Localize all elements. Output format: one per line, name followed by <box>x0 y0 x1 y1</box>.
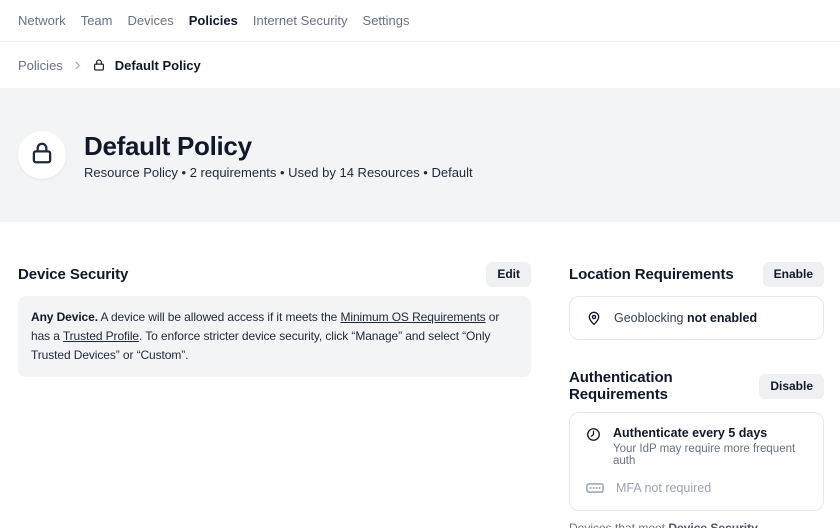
device-security-title: Device Security <box>18 266 128 283</box>
auth-frequency-row: Authenticate every 5 days Your IdP may r… <box>586 426 807 467</box>
page-subtitle: Resource Policy • 2 requirements • Used … <box>84 165 473 180</box>
mfa-status: MFA not required <box>616 481 711 495</box>
authentication-requirements-section: Authentication Requirements Disable Auth… <box>569 369 824 528</box>
nav-item-devices[interactable]: Devices <box>127 13 173 28</box>
device-security-info-box: Any Device. A device will be allowed acc… <box>18 296 531 377</box>
breadcrumb: Policies Default Policy <box>0 42 840 88</box>
lock-icon <box>29 140 55 171</box>
map-pin-icon <box>586 310 602 326</box>
info-text-1: A device will be allowed access if it me… <box>98 310 341 324</box>
nav-item-policies[interactable]: Policies <box>189 13 238 28</box>
authentication-card: Authenticate every 5 days Your IdP may r… <box>569 412 824 511</box>
nav-item-team[interactable]: Team <box>81 13 113 28</box>
breadcrumb-current: Default Policy <box>115 58 201 73</box>
device-security-mode: Any Device. <box>31 310 98 324</box>
geoblocking-card: Geoblocking not enabled <box>569 296 824 340</box>
policy-header: Default Policy Resource Policy • 2 requi… <box>0 88 840 222</box>
nav-item-settings[interactable]: Settings <box>363 13 410 28</box>
top-nav: Network Team Devices Policies Internet S… <box>0 0 840 42</box>
location-requirements-section: Location Requirements Enable Geoblocking… <box>569 262 824 340</box>
authentication-requirements-title: Authentication Requirements <box>569 369 759 403</box>
device-security-link[interactable]: Device Security <box>668 521 757 528</box>
minimum-os-requirements-link[interactable]: Minimum OS Requirements <box>341 310 486 324</box>
disable-button[interactable]: Disable <box>759 374 824 399</box>
lock-icon <box>92 58 106 72</box>
nav-item-network[interactable]: Network <box>18 13 66 28</box>
edit-button[interactable]: Edit <box>486 262 531 287</box>
main-content: Device Security Edit Any Device. A devic… <box>0 222 840 528</box>
enable-button[interactable]: Enable <box>763 262 824 287</box>
location-requirements-title: Location Requirements <box>569 266 734 283</box>
chevron-right-icon <box>72 60 83 71</box>
breadcrumb-policies-link[interactable]: Policies <box>18 58 63 73</box>
trusted-profile-link[interactable]: Trusted Profile <box>63 329 139 343</box>
nav-item-internet-security[interactable]: Internet Security <box>253 13 348 28</box>
mfa-passcode-icon <box>586 482 604 494</box>
policy-avatar <box>18 131 66 179</box>
mfa-row: MFA not required <box>586 481 807 495</box>
clock-icon <box>586 426 601 467</box>
device-security-section: Device Security Edit Any Device. A devic… <box>18 262 531 528</box>
auth-frequency-text: Authenticate every 5 days <box>613 426 807 440</box>
geoblocking-status: Geoblocking not enabled <box>614 311 757 325</box>
auth-frequency-subtext: Your IdP may require more frequent auth <box>613 443 807 467</box>
authentication-footnote: Devices that meet Device Security requir… <box>569 520 824 528</box>
page-title: Default Policy <box>84 130 473 162</box>
